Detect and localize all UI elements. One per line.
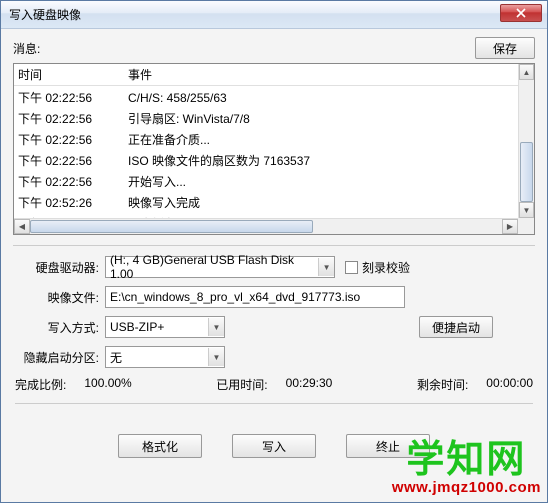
scroll-up-button[interactable]: ▲ — [519, 64, 534, 80]
write-method-label: 写入方式: — [15, 319, 105, 336]
scroll-corner — [518, 218, 534, 234]
disk-drive-combo[interactable]: (H:, 4 GB)General USB Flash Disk 1.00 ▼ — [105, 256, 335, 278]
image-file-input[interactable] — [105, 286, 405, 308]
log-event: ISO 映像文件的扇区数为 7163537 — [128, 153, 530, 170]
scroll-track-h[interactable] — [30, 219, 502, 234]
verify-checkbox[interactable]: 刻录校验 — [345, 259, 410, 276]
elapsed-value: 00:29:30 — [286, 376, 333, 393]
content-area: 消息: 保存 时间 事件 下午 02:22:56C/H/S: 458/255/6… — [1, 29, 547, 502]
log-time: 下午 02:22:56 — [18, 111, 128, 128]
checkbox-box-icon — [345, 261, 358, 274]
window-title: 写入硬盘映像 — [9, 6, 81, 23]
log-event: C/H/S: 458/255/63 — [128, 90, 530, 107]
log-col-time[interactable]: 时间 — [18, 66, 128, 83]
done-ratio-value: 100.00% — [84, 376, 131, 393]
log-row[interactable]: 下午 02:52:26映像写入完成 — [14, 193, 534, 214]
chevron-down-icon: ▼ — [318, 258, 334, 276]
message-label: 消息: — [13, 40, 40, 57]
log-time: 下午 02:22:56 — [18, 153, 128, 170]
log-row[interactable]: 下午 02:22:56ISO 映像文件的扇区数为 7163537 — [14, 151, 534, 172]
scrollbar-vertical[interactable]: ▲ ▼ — [518, 64, 534, 218]
disk-drive-label: 硬盘驱动器: — [15, 259, 105, 276]
format-button[interactable]: 格式化 — [118, 434, 202, 458]
scroll-right-button[interactable]: ▶ — [502, 219, 518, 234]
log-row[interactable]: 下午 02:22:56引导扇区: WinVista/7/8 — [14, 109, 534, 130]
image-file-label: 映像文件: — [15, 289, 105, 306]
close-icon — [516, 8, 526, 18]
hidden-partition-combo[interactable]: 无 ▼ — [105, 346, 225, 368]
log-row[interactable]: 下午 02:22:56正在准备介质... — [14, 130, 534, 151]
log-col-event[interactable]: 事件 — [128, 66, 530, 83]
abort-button[interactable]: 终止 — [346, 434, 430, 458]
chevron-down-icon: ▼ — [208, 348, 224, 366]
remain-value: 00:00:00 — [486, 376, 533, 393]
divider — [13, 245, 535, 246]
hidden-partition-label: 隐藏启动分区: — [15, 349, 105, 366]
save-button[interactable]: 保存 — [475, 37, 535, 59]
scrollbar-horizontal[interactable]: ◀ ▶ — [14, 218, 518, 234]
divider — [15, 403, 533, 404]
write-method-value: USB-ZIP+ — [110, 320, 164, 334]
hidden-partition-value: 无 — [110, 349, 122, 366]
titlebar[interactable]: 写入硬盘映像 — [1, 1, 547, 29]
log-event: 映像写入完成 — [128, 195, 530, 212]
log-time: 下午 02:22:56 — [18, 174, 128, 191]
log-time: 下午 02:22:56 — [18, 132, 128, 149]
log-listview[interactable]: 时间 事件 下午 02:22:56C/H/S: 458/255/63下午 02:… — [13, 63, 535, 235]
log-time: 下午 02:52:26 — [18, 195, 128, 212]
done-ratio-label: 完成比例: — [15, 376, 66, 393]
main-window: 写入硬盘映像 消息: 保存 时间 事件 下午 02:22:56C/H/S: 45… — [0, 0, 548, 503]
scroll-thumb-h[interactable] — [30, 220, 313, 233]
write-method-combo[interactable]: USB-ZIP+ ▼ — [105, 316, 225, 338]
elapsed-label: 已用时间: — [216, 376, 267, 393]
remain-label: 剩余时间: — [417, 376, 468, 393]
log-time: 下午 02:22:56 — [18, 90, 128, 107]
close-button[interactable] — [500, 4, 542, 22]
write-button[interactable]: 写入 — [232, 434, 316, 458]
log-event: 正在准备介质... — [128, 132, 530, 149]
log-row[interactable]: 下午 02:22:56开始写入... — [14, 172, 534, 193]
disk-drive-value: (H:, 4 GB)General USB Flash Disk 1.00 — [110, 253, 318, 281]
chevron-down-icon: ▼ — [208, 318, 224, 336]
log-event: 开始写入... — [128, 174, 530, 191]
quick-boot-button[interactable]: 便捷启动 — [419, 316, 493, 338]
log-event: 引导扇区: WinVista/7/8 — [128, 111, 530, 128]
verify-label: 刻录校验 — [362, 259, 410, 276]
log-row[interactable]: 下午 02:22:56C/H/S: 458/255/63 — [14, 88, 534, 109]
scroll-left-button[interactable]: ◀ — [14, 219, 30, 234]
scroll-down-button[interactable]: ▼ — [519, 202, 534, 218]
scroll-track-v[interactable] — [519, 80, 534, 202]
scroll-thumb-v[interactable] — [520, 142, 533, 202]
watermark-url: www.jmqz1000.com — [392, 479, 541, 496]
